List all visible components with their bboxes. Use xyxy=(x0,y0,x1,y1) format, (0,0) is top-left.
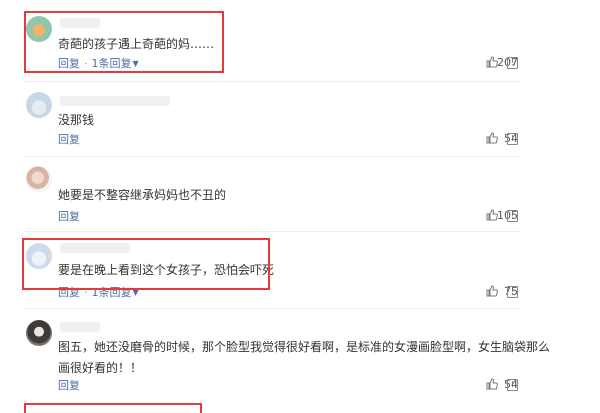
username-blur xyxy=(60,96,170,106)
highlight-box-1 xyxy=(24,11,224,73)
comment-text: 她要是不整容继承妈妈也不丑的 xyxy=(58,188,227,202)
avatar[interactable] xyxy=(26,166,52,192)
report-icon[interactable]: ! xyxy=(507,286,518,298)
comment-text: 图五，她还没磨骨的时候，那个脸型我觉得很好看啊，是标准的女漫画脸型啊，女生脑袋那… xyxy=(58,340,551,375)
report-icon[interactable]: ! xyxy=(507,57,518,69)
thumbs-up-icon[interactable] xyxy=(486,132,498,144)
comment-text: 没那钱 xyxy=(58,113,95,127)
report-icon[interactable]: ! xyxy=(507,210,518,222)
divider xyxy=(24,81,520,82)
thumbs-up-icon[interactable] xyxy=(486,209,498,221)
reply-button[interactable]: 回复 xyxy=(58,210,80,223)
avatar[interactable] xyxy=(26,92,52,118)
highlight-box-2 xyxy=(22,238,270,290)
divider xyxy=(24,231,520,232)
thumbs-up-icon[interactable] xyxy=(486,285,498,297)
username-blur xyxy=(60,322,100,332)
report-icon[interactable]: ! xyxy=(507,379,518,391)
avatar[interactable] xyxy=(26,320,52,346)
divider xyxy=(24,308,520,309)
comment-actions: 回复 xyxy=(58,131,80,147)
reply-button[interactable]: 回复 xyxy=(58,133,80,146)
reply-button[interactable]: 回复 xyxy=(58,379,80,392)
highlight-box-3 xyxy=(24,403,202,413)
comment-actions: 回复 xyxy=(58,208,80,224)
thumbs-up-icon[interactable] xyxy=(486,56,498,68)
comment-actions: 回复 xyxy=(58,377,80,393)
divider xyxy=(24,156,520,157)
thumbs-up-icon[interactable] xyxy=(486,378,498,390)
report-icon[interactable]: ! xyxy=(507,133,518,145)
